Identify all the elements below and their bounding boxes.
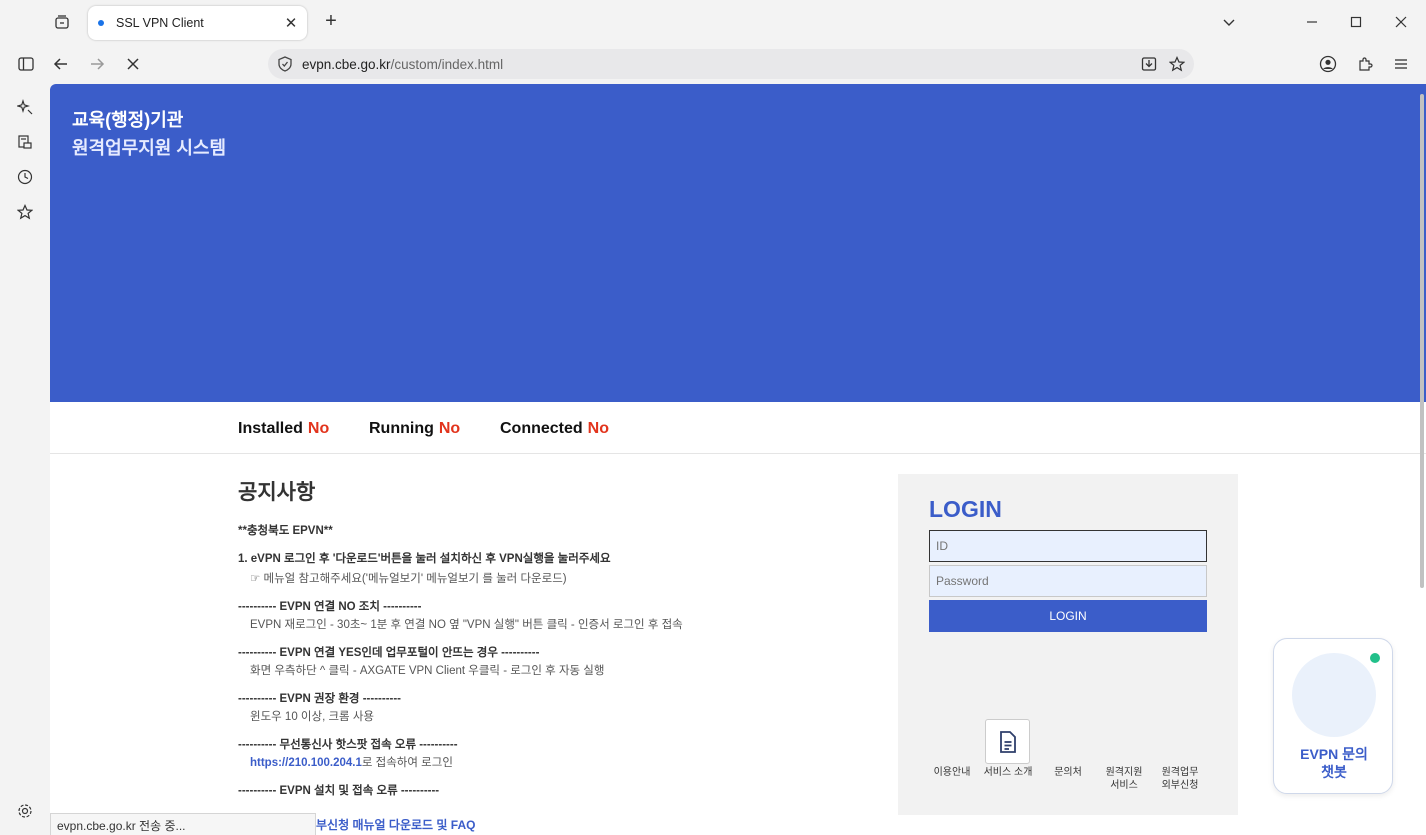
login-button[interactable]: LOGIN <box>929 600 1207 632</box>
sidebar-toggle-icon[interactable] <box>14 52 38 76</box>
service-intro[interactable]: 서비스 소개 <box>982 766 1034 779</box>
notice-manual-link[interactable]: ☞ 메뉴얼 참고해주세요('메뉴얼보기' 메뉴얼보기 를 눌러 다운로드) <box>238 572 838 587</box>
chatbot-label-line2: 챗봇 <box>1321 764 1347 780</box>
notice-line: 윈도우 10 이상, 크롬 사용 <box>250 711 374 723</box>
password-input[interactable] <box>929 565 1207 597</box>
login-title: LOGIN <box>929 496 1002 522</box>
chatbot-label-line1: EVPN 문의 <box>1300 746 1368 762</box>
notice-line: 1. eVPN 로그인 후 '다운로드'버튼을 눌러 설치하신 후 VPN실행을… <box>238 553 611 565</box>
login-panel: LOGIN LOGIN 이용안내 서비스 소개 문의처 원격지원 서비스 원격업… <box>898 474 1238 815</box>
loading-favicon-icon <box>98 20 104 26</box>
url-domain: evpn.cbe.go.kr <box>302 56 391 72</box>
minimize-icon[interactable] <box>1300 10 1324 34</box>
running-value: No <box>438 420 461 437</box>
notice-line: ---------- EVPN 설치 및 접속 오류 ---------- <box>238 785 440 797</box>
browser-toolbar: evpn.cbe.go.kr/custom/index.html <box>0 44 1426 84</box>
reading-list-icon[interactable] <box>14 131 36 153</box>
notice-line: EVPN 재로그인 - 30초~ 1분 후 연결 NO 옆 "VPN 실행" 버… <box>250 619 683 631</box>
notice-line: ---------- EVPN 연결 NO 조치 ---------- <box>238 601 422 613</box>
notice-line: https://210.100.204.1로 접속하여 로그인 <box>238 756 838 771</box>
connected-value: No <box>587 420 609 437</box>
service-usage-guide[interactable]: 이용안내 <box>931 766 973 779</box>
back-arrow-icon[interactable] <box>49 52 73 76</box>
tab-title: SSL VPN Client <box>116 16 204 30</box>
stop-loading-icon[interactable] <box>121 52 145 76</box>
hero-banner: 교육(행정)기관 원격업무지원 시스템 <box>50 84 1426 402</box>
online-status-dot <box>1370 653 1380 663</box>
forward-arrow-icon[interactable] <box>85 52 109 76</box>
loading-status-bar: evpn.cbe.go.kr 전송 중... <box>50 813 316 835</box>
status-connected: Connected No <box>500 420 609 438</box>
service-remote-work-apply[interactable]: 원격업무 외부신청 <box>1155 766 1205 792</box>
copilot-sparkle-icon[interactable] <box>14 96 36 118</box>
manual-faq-link[interactable]: 부신청 매뉴얼 다운로드 및 FAQ <box>316 816 475 833</box>
browser-sidebar <box>0 84 50 835</box>
notice-line: ---------- 무선통신사 핫스팟 접속 오류 ---------- <box>238 739 458 751</box>
status-running: Running No <box>369 420 460 438</box>
id-input[interactable] <box>929 530 1207 562</box>
profile-avatar-icon[interactable] <box>1316 52 1340 76</box>
close-window-icon[interactable] <box>1389 10 1413 34</box>
notice-title: 공지사항 <box>238 481 316 504</box>
vpn-status-bar: Installed No Running No Connected No <box>50 402 1426 454</box>
hero-title-line1: 교육(행정)기관 <box>72 110 184 130</box>
service-intro-document-icon[interactable] <box>985 719 1030 764</box>
maximize-icon[interactable] <box>1344 10 1368 34</box>
tab-close-icon[interactable]: ✕ <box>281 13 301 33</box>
new-tab-icon[interactable]: + <box>320 11 342 33</box>
tab-actions-icon[interactable] <box>50 10 74 34</box>
browser-tab[interactable]: SSL VPN Client ✕ <box>88 6 307 40</box>
extensions-puzzle-icon[interactable] <box>1353 52 1377 76</box>
status-installed: Installed No <box>238 420 329 438</box>
address-bar[interactable]: evpn.cbe.go.kr/custom/index.html <box>268 49 1194 79</box>
page-scrollbar[interactable] <box>1420 94 1424 588</box>
notice-line: **충청북도 EPVN** <box>238 525 333 537</box>
chatbot-avatar <box>1292 653 1376 737</box>
settings-gear-icon[interactable] <box>14 800 36 822</box>
history-clock-icon[interactable] <box>14 166 36 188</box>
url-text[interactable]: evpn.cbe.go.kr/custom/index.html <box>302 57 1138 72</box>
browser-window: SSL VPN Client ✕ + evpn.cbe.go.kr/custom… <box>0 0 1426 835</box>
hotspot-ip-link[interactable]: https://210.100.204.1 <box>250 757 362 769</box>
hero-title-line2: 원격업무지원 시스템 <box>72 138 227 158</box>
service-remote-support[interactable]: 원격지원 서비스 <box>1099 766 1149 792</box>
hotspot-ip-rest: 로 접속하여 로그인 <box>361 757 453 769</box>
bookmark-star-icon[interactable] <box>1166 53 1188 75</box>
connected-label: Connected <box>500 420 583 437</box>
installed-label: Installed <box>238 420 303 437</box>
chatbot-widget[interactable]: EVPN 문의 챗봇 <box>1273 638 1393 794</box>
tab-strip: SSL VPN Client ✕ + <box>0 0 1426 44</box>
tab-search-chevron-icon[interactable] <box>1217 10 1241 34</box>
notice-section: 공지사항 **충청북도 EPVN** 1. eVPN 로그인 후 '다운로드'버… <box>238 476 838 799</box>
service-contact[interactable]: 문의처 <box>1050 766 1086 779</box>
notice-line: ---------- EVPN 연결 YES인데 업무포털이 안뜨는 경우 --… <box>238 647 540 659</box>
chatbot-label: EVPN 문의 챗봇 <box>1274 745 1394 781</box>
running-label: Running <box>369 420 434 437</box>
url-path: /custom/index.html <box>390 56 504 72</box>
favorites-star-icon[interactable] <box>14 201 36 223</box>
install-app-icon[interactable] <box>1138 53 1160 75</box>
menu-hamburger-icon[interactable] <box>1389 52 1413 76</box>
installed-value: No <box>307 420 330 437</box>
notice-line: 화면 우측하단 ^ 클릭 - AXGATE VPN Client 우클릭 - 로… <box>250 665 605 677</box>
site-info-shield-icon[interactable] <box>276 55 294 73</box>
notice-line: ---------- EVPN 권장 환경 ---------- <box>238 693 402 705</box>
page-viewport: 교육(행정)기관 원격업무지원 시스템 Installed No Running N… <box>50 84 1426 835</box>
